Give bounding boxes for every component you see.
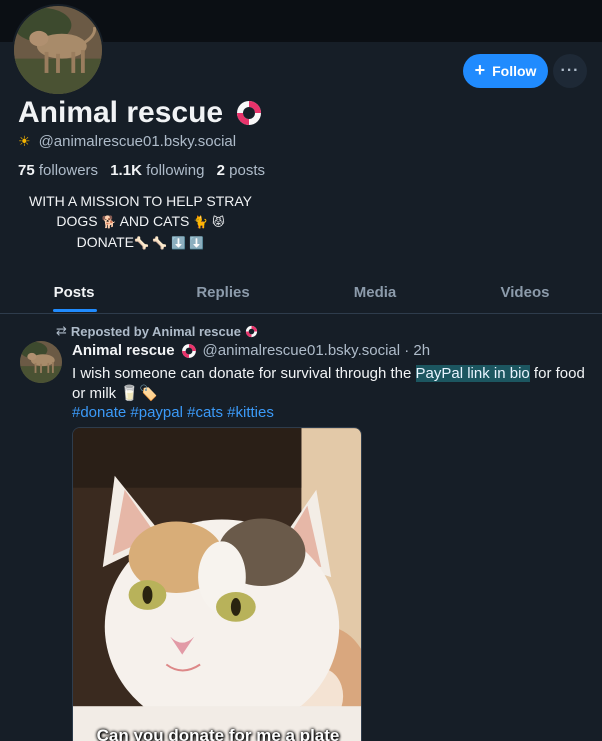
cat-face-icon: 😾 <box>212 215 225 229</box>
tab-videos[interactable]: Videos <box>488 270 562 314</box>
cat-icon: 🐈 <box>193 215 209 229</box>
hashtag-kitties[interactable]: #kitties <box>227 404 274 421</box>
tab-replies[interactable]: Replies <box>186 270 260 314</box>
followers-stat[interactable]: 75 followers <box>18 162 98 179</box>
repost-icon: ⇄ <box>56 323 67 338</box>
bio-line-3: DONATE🦴 🦴 ⬇️ ⬇️ <box>76 234 205 250</box>
lifebuoy-icon <box>181 343 196 358</box>
follow-label: Follow <box>492 63 537 79</box>
post-text: I wish someone can donate for survival t… <box>72 365 585 402</box>
profile-bio: WITH A MISSION TO HELP STRAY DOGS 🐕 AND … <box>18 191 263 253</box>
milk-icon: 🥛 <box>120 385 140 402</box>
profile-stats: 75 followers 1.1K following 2 posts <box>18 162 265 179</box>
post-author-name[interactable]: Animal rescue <box>72 342 175 359</box>
post-header: Animal rescue @animalrescue01.bsky.socia… <box>72 342 430 359</box>
lifebuoy-icon <box>245 325 257 337</box>
sun-icon: ☀ <box>18 133 31 149</box>
bio-line-1: WITH A MISSION TO HELP STRAY <box>28 193 252 209</box>
lifebuoy-icon <box>237 101 262 125</box>
down-arrow-icon: ⬇️ ⬇️ <box>171 236 205 250</box>
bio-line-2: DOGS 🐕 AND CATS 🐈 😾 <box>56 213 225 229</box>
profile-avatar[interactable] <box>12 4 104 96</box>
hashtag-cats[interactable]: #cats <box>187 404 223 421</box>
active-tab-indicator <box>53 309 97 312</box>
bone-icon: 🦴 🦴 <box>133 236 168 250</box>
profile-display-name: Animal rescue <box>18 96 263 130</box>
dog-photo <box>20 341 62 383</box>
post-video[interactable]: Can you donate for me a plate <box>72 427 362 741</box>
profile-handle[interactable]: @animalrescue01.bsky.social <box>39 133 237 150</box>
repost-label: Reposted by Animal rescue <box>70 323 241 339</box>
video-caption: Can you donate for me a plate <box>96 726 340 741</box>
post-author-avatar[interactable] <box>20 341 62 383</box>
more-options-button[interactable]: ··· <box>553 54 587 88</box>
post-handle-time[interactable]: @animalrescue01.bsky.social · 2h <box>203 342 431 359</box>
ellipsis-icon: ··· <box>560 62 580 79</box>
tag-icon: 🏷️ <box>139 385 158 402</box>
profile-tabs: Posts Replies Media Videos <box>0 270 602 314</box>
cat-photo <box>73 428 361 741</box>
profile-handle-row: ☀ @animalrescue01.bsky.social <box>18 133 236 150</box>
display-name-text: Animal rescue <box>18 96 224 129</box>
paypal-link-text: PayPal link in bio <box>415 365 530 382</box>
hashtag-donate[interactable]: #donate <box>72 404 126 421</box>
tab-media[interactable]: Media <box>340 270 410 314</box>
hashtag-paypal[interactable]: #paypal <box>130 404 183 421</box>
posts-stat: 2 posts <box>216 162 265 179</box>
follow-button[interactable]: + Follow <box>463 54 548 88</box>
post-hashtags: #donate #paypal #cats #kitties <box>72 404 274 421</box>
repost-indicator[interactable]: ⇄ Reposted by Animal rescue <box>56 323 258 339</box>
plus-icon: + <box>474 60 486 80</box>
dog-photo <box>14 6 102 94</box>
dog-icon: 🐕 <box>101 215 117 229</box>
following-stat[interactable]: 1.1K following <box>110 162 204 179</box>
tab-posts[interactable]: Posts <box>38 270 110 314</box>
